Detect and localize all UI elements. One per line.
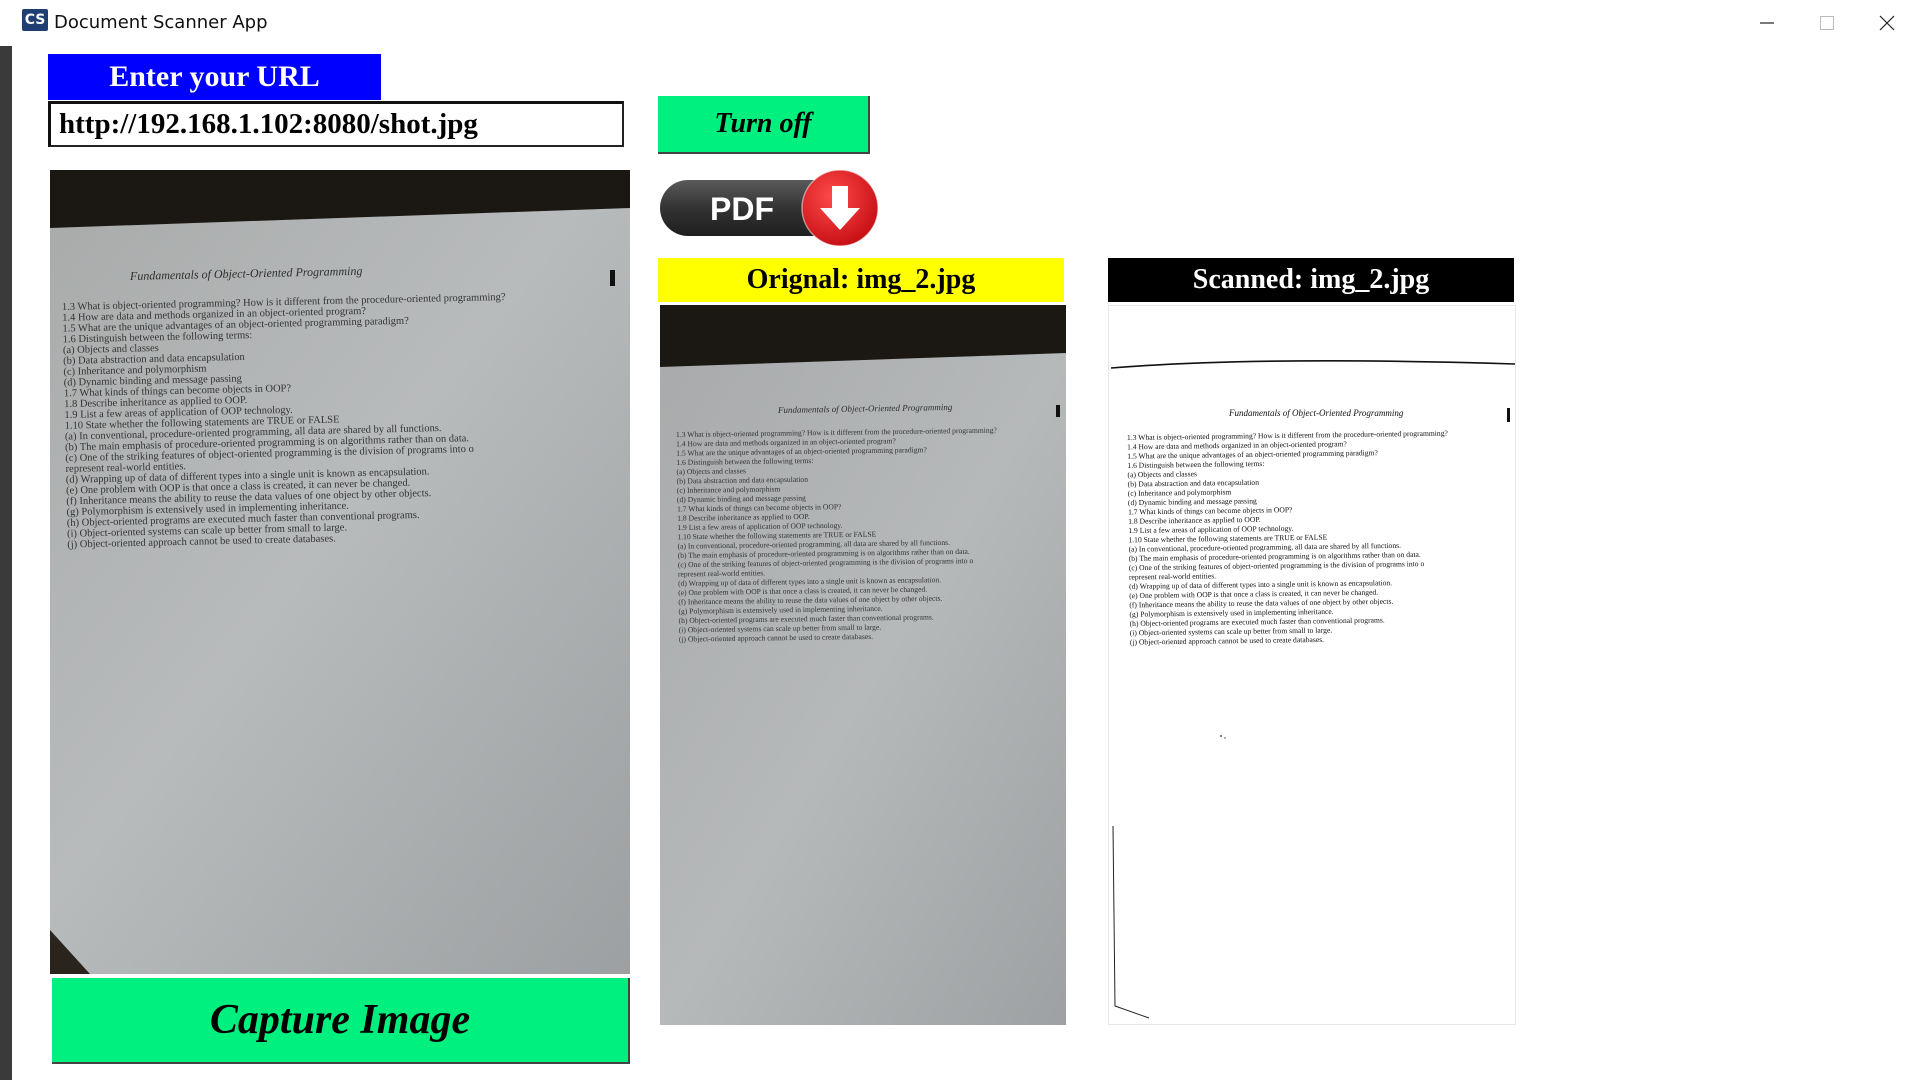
minimize-button[interactable] [1737, 0, 1797, 46]
url-input[interactable] [48, 101, 624, 147]
pdf-download-button[interactable]: PDF [658, 168, 882, 250]
minimize-icon [1760, 22, 1774, 24]
close-icon [1879, 15, 1895, 31]
scanned-image-label: Scanned: img_2.jpg [1108, 258, 1514, 302]
camera-preview: Fundamentals of Object-Oriented Programm… [50, 170, 630, 974]
maximize-button[interactable] [1797, 0, 1857, 46]
url-label: Enter your URL [48, 54, 381, 100]
document-text: 1.3 What is object-oriented programming?… [1127, 429, 1449, 647]
maximize-icon [1820, 16, 1834, 30]
capture-image-button[interactable]: Capture Image [52, 978, 630, 1064]
close-button[interactable] [1857, 0, 1917, 46]
app-logo-icon: CS [22, 9, 48, 31]
title-bar: CS Document Scanner App [0, 0, 1920, 46]
window-title: Document Scanner App [54, 12, 268, 33]
turn-off-button[interactable]: Turn off [658, 96, 870, 154]
original-image-label: Orignal: img_2.jpg [658, 258, 1064, 302]
original-image-preview: Fundamentals of Object-Oriented Programm… [660, 305, 1066, 1025]
document-line: (b) Data abstraction and data encapsulat… [1128, 478, 1260, 489]
document-line: (b) Data abstraction and data encapsulat… [677, 475, 809, 486]
window-edge [0, 46, 12, 1080]
document-line: (j) Object-oriented approach cannot be u… [1130, 635, 1324, 647]
pdf-label: PDF [710, 191, 774, 227]
document-heading: Fundamentals of Object-Oriented Programm… [1228, 408, 1404, 418]
download-arrow-icon [801, 169, 879, 247]
scanned-image-preview: Fundamentals of Object-Oriented Programm… [1108, 305, 1516, 1025]
